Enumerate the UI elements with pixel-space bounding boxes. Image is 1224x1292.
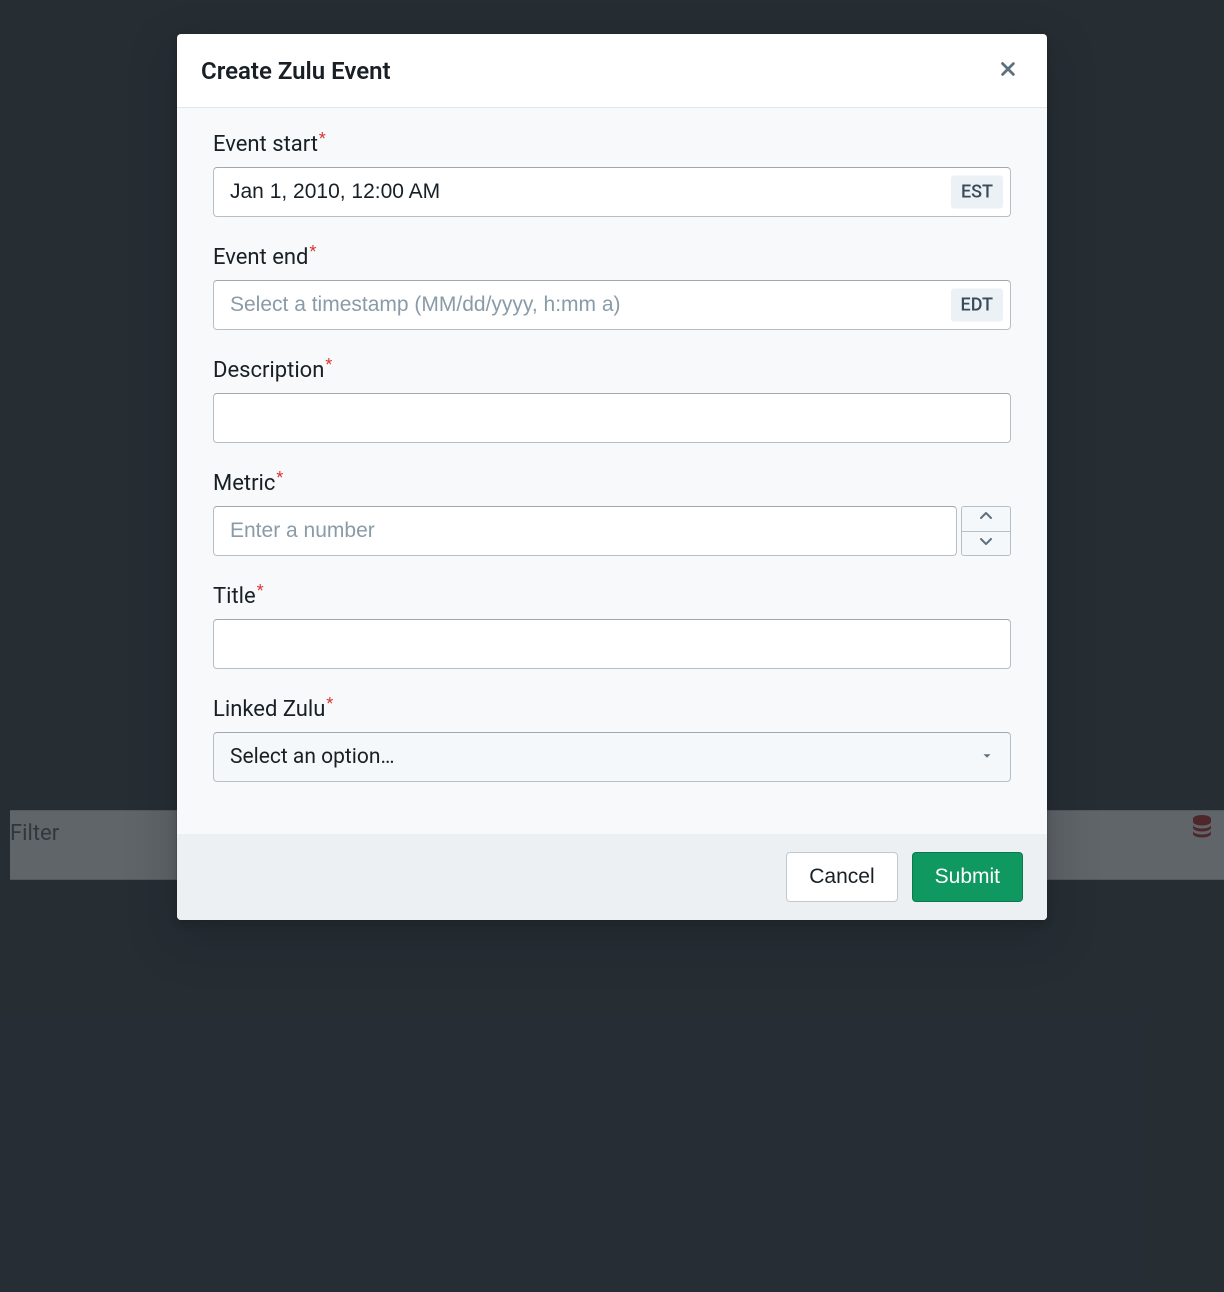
timezone-badge-est[interactable]: EST [951, 176, 1003, 209]
create-zulu-event-modal: Create Zulu Event Event start* EST Ev [177, 34, 1047, 920]
event-start-input-wrapper: EST [213, 167, 1011, 217]
required-asterisk: * [326, 693, 333, 712]
description-input[interactable] [213, 393, 1011, 443]
event-end-input-wrapper: EDT [213, 280, 1011, 330]
required-asterisk: * [309, 241, 316, 260]
linked-zulu-selected-value: Select an option… [230, 745, 395, 769]
event-end-group: Event end* EDT [213, 245, 1011, 330]
chevron-down-icon [978, 534, 994, 553]
event-end-input[interactable] [213, 280, 1011, 330]
caret-down-icon [980, 745, 994, 769]
event-start-group: Event start* EST [213, 132, 1011, 217]
required-asterisk: * [319, 128, 326, 147]
required-asterisk: * [325, 354, 332, 373]
quantity-stepper [961, 506, 1011, 556]
modal-overlay: Create Zulu Event Event start* EST Ev [0, 0, 1224, 1292]
linked-zulu-group: Linked Zulu* Select an option… [213, 697, 1011, 782]
event-end-label: Event end* [213, 245, 1011, 270]
required-asterisk: * [257, 580, 264, 599]
timezone-badge-edt[interactable]: EDT [951, 289, 1003, 322]
metric-input[interactable] [213, 506, 957, 556]
linked-zulu-label: Linked Zulu* [213, 697, 1011, 722]
title-label: Title* [213, 584, 1011, 609]
modal-title: Create Zulu Event [201, 57, 391, 85]
description-label: Description* [213, 358, 1011, 383]
title-input[interactable] [213, 619, 1011, 669]
metric-input-wrapper [213, 506, 1011, 556]
modal-body: Event start* EST Event end* EDT Desc [177, 108, 1047, 834]
close-icon [997, 58, 1019, 83]
metric-group: Metric* [213, 471, 1011, 556]
linked-zulu-select-wrapper: Select an option… [213, 732, 1011, 782]
metric-label: Metric* [213, 471, 1011, 496]
title-group: Title* [213, 584, 1011, 669]
required-asterisk: * [276, 467, 283, 486]
modal-footer: Cancel Submit [177, 834, 1047, 920]
linked-zulu-select[interactable]: Select an option… [213, 732, 1011, 782]
stepper-down-button[interactable] [961, 531, 1011, 557]
stepper-up-button[interactable] [961, 506, 1011, 531]
description-group: Description* [213, 358, 1011, 443]
modal-header: Create Zulu Event [177, 34, 1047, 108]
chevron-up-icon [978, 509, 994, 528]
close-button[interactable] [993, 54, 1023, 87]
event-start-label: Event start* [213, 132, 1011, 157]
submit-button[interactable]: Submit [912, 852, 1023, 902]
event-start-input[interactable] [213, 167, 1011, 217]
cancel-button[interactable]: Cancel [786, 852, 897, 902]
